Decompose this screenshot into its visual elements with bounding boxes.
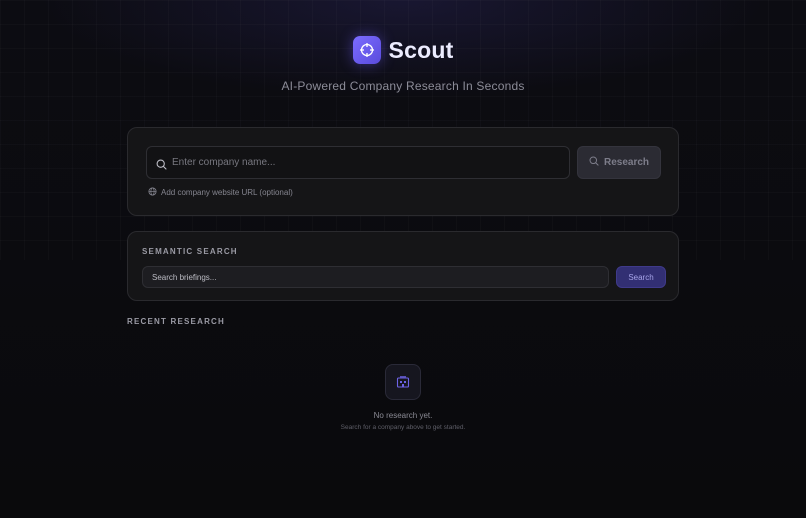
semantic-search-button[interactable]: Search xyxy=(616,266,666,288)
app-title: Scout xyxy=(388,36,454,63)
company-name-input[interactable] xyxy=(172,147,562,178)
tagline: AI-Powered Company Research In Seconds xyxy=(281,79,525,93)
empty-state-subtitle: Search for a company above to get starte… xyxy=(340,424,466,431)
semantic-search-card: SEMANTIC SEARCH Search xyxy=(127,231,679,301)
search-icon xyxy=(156,157,167,175)
semantic-search-input[interactable] xyxy=(142,266,609,288)
add-website-url-label: Add company website URL (optional) xyxy=(161,188,293,197)
semantic-search-button-label: Search xyxy=(628,272,654,282)
search-icon xyxy=(589,156,599,169)
brand: Scout xyxy=(352,36,454,64)
building-icon xyxy=(385,364,421,400)
semantic-search-heading: SEMANTIC SEARCH xyxy=(142,247,238,256)
research-button[interactable]: Research xyxy=(577,146,661,179)
empty-state-title: No research yet. xyxy=(373,411,433,420)
company-search-field[interactable] xyxy=(146,146,570,179)
add-website-url-link[interactable]: Add company website URL (optional) xyxy=(148,187,293,198)
app-header: Scout xyxy=(0,36,806,64)
research-button-label: Research xyxy=(603,157,650,168)
globe-icon xyxy=(148,187,157,198)
recent-research-heading: RECENT RESEARCH xyxy=(127,317,226,326)
crosshair-icon xyxy=(352,36,381,64)
research-card: Research Add company website URL (option… xyxy=(127,127,679,216)
